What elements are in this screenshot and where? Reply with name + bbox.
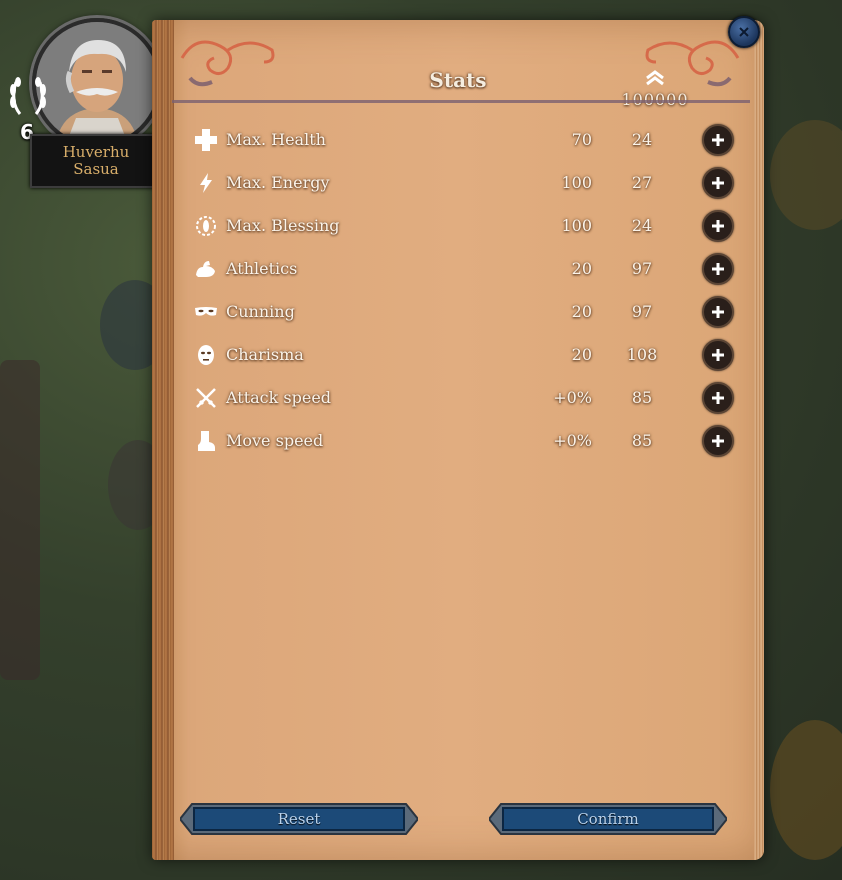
stat-row-cunning: Cunning 20 97 [192,290,752,333]
stat-row-attack-speed: Attack speed +0% 85 [192,376,752,419]
stat-row-athletics: Athletics 20 97 [192,247,752,290]
plus-icon [712,434,724,447]
stat-cost: 85 [631,431,653,450]
reset-button-label: Reset [277,810,321,828]
increase-attack-speed-button[interactable] [702,381,734,414]
stat-name: Max. Energy [226,173,330,192]
stat-value: 100 [561,173,592,192]
crossed-swords-icon [192,384,220,412]
background-scenery [770,120,842,230]
close-icon [739,27,749,37]
mask-icon [192,298,220,326]
stat-name: Move speed [226,431,324,450]
stat-value: 20 [571,259,592,278]
stat-value: 20 [571,345,592,364]
flexed-arm-icon [192,255,220,283]
stats-list: Max. Health 70 24 Max. Energy 100 27 Max… [192,118,752,462]
header-divider [172,100,750,103]
stat-value: +0% [553,431,592,450]
health-cross-icon [192,126,220,154]
book-page-edge [754,20,764,860]
stat-cost: 24 [631,130,653,149]
character-portrait[interactable] [32,18,162,148]
stats-panel: Stats 100000 Max. Health 70 24 [152,16,764,860]
energy-bolt-icon [192,169,220,197]
stat-row-charisma: Charisma 20 108 [192,333,752,376]
stat-cost: 24 [631,216,653,235]
stat-cost: 97 [631,259,653,278]
stat-value: +0% [553,388,592,407]
stat-cost: 85 [631,388,653,407]
avatar [36,22,158,144]
plus-icon [712,391,724,404]
book-spine [152,20,174,860]
increase-max-health-button[interactable] [702,123,734,156]
stat-name: Athletics [226,259,298,278]
stat-name: Charisma [226,345,304,364]
increase-max-blessing-button[interactable] [702,209,734,242]
increase-athletics-button[interactable] [702,252,734,285]
background-scenery [0,360,40,680]
plus-icon [712,176,724,189]
stat-row-max-energy: Max. Energy 100 27 [192,161,752,204]
stat-cost: 27 [631,173,653,192]
plus-icon [712,133,724,146]
blessing-icon [192,212,220,240]
stat-name: Max. Health [226,130,326,149]
character-name-box: Huverhu Sasua [30,134,162,188]
stat-value: 70 [571,130,592,149]
boot-icon [192,427,220,455]
face-icon [192,341,220,369]
plus-icon [712,219,724,232]
plus-icon [712,348,724,361]
stat-row-max-blessing: Max. Blessing 100 24 [192,204,752,247]
stat-row-move-speed: Move speed +0% 85 [192,419,752,462]
rank-chevron-icon [646,70,664,86]
close-button[interactable] [728,16,760,48]
plus-icon [712,262,724,275]
character-name-line2: Sasua [73,160,119,178]
laurel-wreath-icon [10,77,46,115]
confirm-button[interactable]: Confirm [489,802,727,836]
character-name-line1: Huverhu [62,143,130,161]
confirm-button-label: Confirm [577,810,639,828]
stat-name: Attack speed [226,388,332,407]
increase-move-speed-button[interactable] [702,424,734,457]
stat-cost: 108 [626,345,658,364]
stat-name: Cunning [226,302,295,321]
stat-value: 100 [561,216,592,235]
stat-cost: 97 [631,302,653,321]
reset-button[interactable]: Reset [180,802,418,836]
background-scenery [770,720,842,860]
plus-icon [712,305,724,318]
stat-value: 20 [571,302,592,321]
stat-row-max-health: Max. Health 70 24 [192,118,752,161]
increase-cunning-button[interactable] [702,295,734,328]
increase-charisma-button[interactable] [702,338,734,371]
stat-name: Max. Blessing [226,216,340,235]
increase-max-energy-button[interactable] [702,166,734,199]
